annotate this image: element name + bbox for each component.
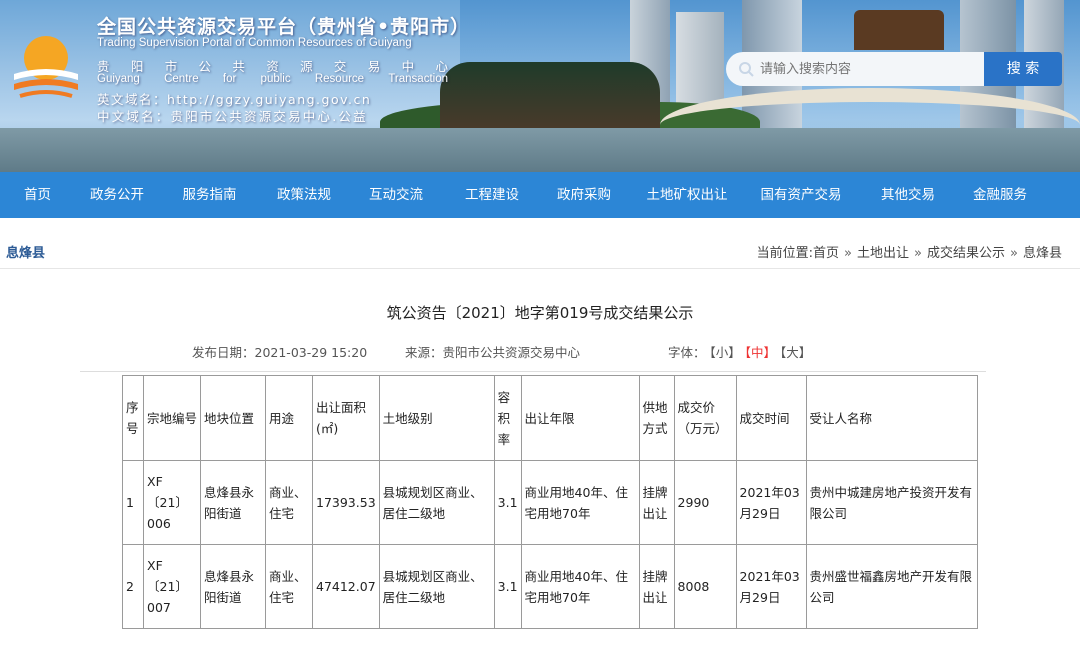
cell-deal-time: 2021年03月29日 (735, 544, 807, 629)
cell-usage: 商业、住宅 (265, 544, 313, 629)
header-location: 地块位置 (200, 375, 266, 461)
search-button[interactable]: 搜 索 (984, 52, 1062, 86)
cell-location: 息烽县永阳街道 (200, 460, 266, 545)
nav-finance[interactable]: 金融服务 (960, 172, 1040, 218)
header-term: 出让年限 (520, 375, 640, 461)
cell-location: 息烽县永阳街道 (200, 544, 266, 629)
domain-cn: 中文域名：贵阳市公共资源交易中心.公益 (97, 109, 368, 124)
breadcrumb: 当前位置:首页» 土地出让» 成交结果公示» 息烽县 (756, 246, 1062, 261)
cell-term: 商业用地40年、住宅用地70年 (520, 460, 640, 545)
search-input[interactable] (758, 60, 962, 78)
nav-policy[interactable]: 政策法规 (260, 172, 348, 218)
article-title: 筑公资告〔2021〕地字第019号成交结果公示 (386, 304, 694, 322)
cell-area: 17393.53 (312, 460, 380, 545)
cell-plot-ratio: 3.1 (493, 460, 522, 545)
divider (80, 371, 986, 372)
breadcrumb-separator: » (844, 246, 853, 261)
table-header-row: 序号 宗地编号 地块位置 用途 出让面积(㎡) 土地级别 容积率 出让年限 供地… (122, 375, 978, 461)
nav-construction[interactable]: 工程建设 (444, 172, 540, 218)
article-source: 来源：贵阳市公共资源交易中心 (405, 345, 581, 360)
breadcrumb-separator: » (1010, 246, 1018, 261)
cell-buyer: 贵州盛世福鑫房地产开发有限公司 (805, 544, 978, 629)
nav-service-guide[interactable]: 服务指南 (159, 172, 260, 218)
breadcrumb-result[interactable]: 成交结果公示 (927, 246, 1005, 261)
cell-index: 1 (122, 460, 144, 545)
nav-other[interactable]: 其他交易 (856, 172, 960, 218)
publish-date: 发布日期：2021-03-29 15:20 (192, 345, 368, 360)
font-size-selector: 字体： 【小】 【中】 【大】 (668, 345, 812, 360)
cell-deal-time: 2021年03月29日 (735, 460, 807, 545)
cell-supply-method: 挂牌出让 (638, 544, 675, 629)
cell-index: 2 (122, 544, 144, 629)
nav-procurement[interactable]: 政府采购 (540, 172, 628, 218)
bridge-illustration (660, 88, 1080, 162)
site-title-en: Trading Supervision Portal of Common Res… (97, 37, 412, 49)
breadcrumb-separator: » (914, 246, 922, 261)
nav-interaction[interactable]: 互动交流 (348, 172, 444, 218)
search-icon (739, 62, 754, 77)
header-land-level: 土地级别 (378, 375, 495, 461)
header-deal-time: 成交时间 (735, 375, 807, 461)
nav-home[interactable]: 首页 (0, 172, 75, 218)
cell-buyer: 贵州中城建房地产投资开发有限公司 (805, 460, 978, 545)
breadcrumb-land-transfer[interactable]: 土地出让 (857, 246, 909, 261)
search-box (726, 52, 984, 86)
nav-gov-affairs[interactable]: 政务公开 (75, 172, 159, 218)
platform-logo-icon (14, 36, 78, 98)
cell-area: 47412.07 (312, 544, 380, 629)
main-nav: 首页 政务公开 服务指南 政策法规 互动交流 工程建设 政府采购 土地矿权出让 … (0, 172, 1080, 218)
cell-parcel-id: XF〔21〕006 (143, 460, 201, 545)
header-buyer: 受让人名称 (805, 375, 978, 461)
pavilion-illustration (440, 62, 660, 132)
breadcrumb-county[interactable]: 息烽县 (1023, 246, 1062, 261)
header-plot-ratio: 容积率 (493, 375, 522, 461)
cell-plot-ratio: 3.1 (493, 544, 522, 629)
header-index: 序号 (122, 375, 144, 461)
pavilion-illustration (854, 10, 944, 50)
header-price: 成交价（万元） (673, 375, 737, 461)
breadcrumb-home[interactable]: 首页 (813, 246, 839, 261)
table-row: 1 XF〔21〕006 息烽县永阳街道 商业、住宅 17393.53 县城规划区… (122, 460, 978, 545)
header-parcel-id: 宗地编号 (143, 375, 201, 461)
divider (0, 268, 1080, 269)
font-small-button[interactable]: 【小】 (710, 345, 741, 360)
header-area: 出让面积(㎡) (312, 375, 380, 461)
font-large-button[interactable]: 【大】 (780, 345, 811, 360)
center-name-en: Guiyang Centre for public Resource Transactio… (97, 73, 448, 85)
font-medium-button[interactable]: 【中】 (745, 345, 776, 360)
header-usage: 用途 (265, 375, 313, 461)
result-table: 序号 宗地编号 地块位置 用途 出让面积(㎡) 土地级别 容积率 出让年限 供地… (122, 375, 978, 629)
header-supply-method: 供地方式 (638, 375, 675, 461)
section-title: 息烽县 (6, 246, 46, 261)
nav-state-assets[interactable]: 国有资产交易 (746, 172, 856, 218)
cell-land-level: 县城规划区商业、居住二级地 (378, 460, 495, 545)
cell-usage: 商业、住宅 (265, 460, 313, 545)
cell-price: 2990 (673, 460, 737, 545)
cell-supply-method: 挂牌出让 (638, 460, 675, 545)
header-banner: 全国公共资源交易平台（贵州省•贵阳市） Trading Supervision … (0, 0, 1080, 172)
cell-price: 8008 (673, 544, 737, 629)
nav-land-mining[interactable]: 土地矿权出让 (628, 172, 746, 218)
cell-parcel-id: XF〔21〕007 (143, 544, 201, 629)
site-title: 全国公共资源交易平台（贵州省•贵阳市） (97, 16, 471, 38)
cell-land-level: 县城规划区商业、居住二级地 (378, 544, 495, 629)
table-row: 2 XF〔21〕007 息烽县永阳街道 商业、住宅 47412.07 县城规划区… (122, 544, 978, 629)
cell-term: 商业用地40年、住宅用地70年 (520, 544, 640, 629)
